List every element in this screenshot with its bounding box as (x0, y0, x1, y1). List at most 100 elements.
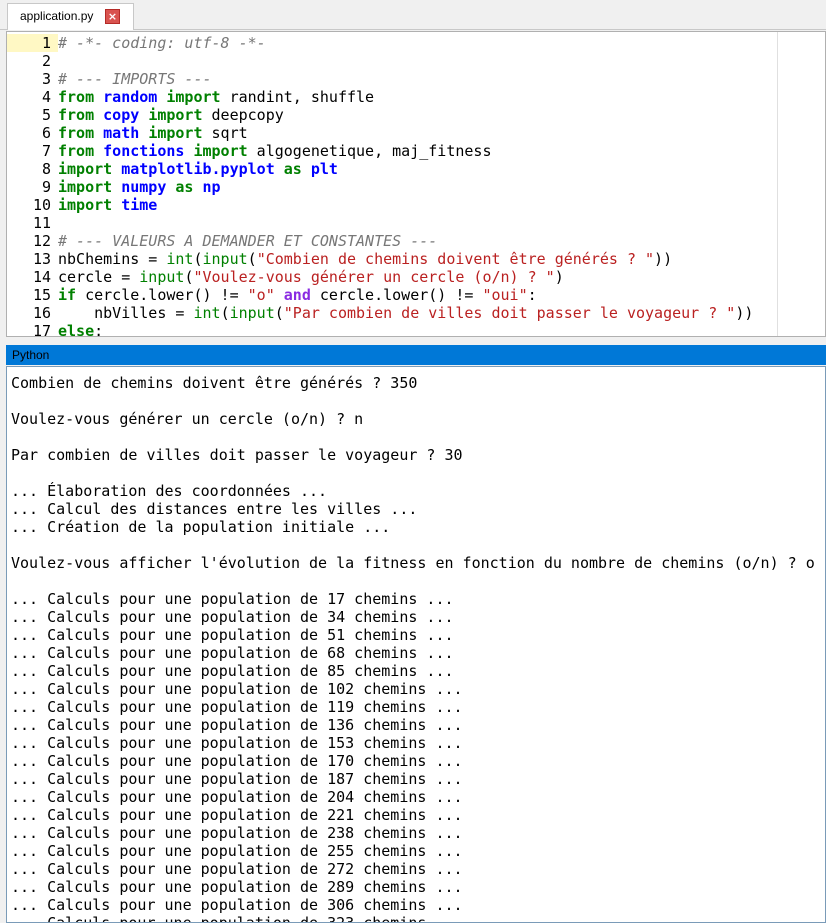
code-token: int (193, 304, 221, 322)
code-line: 15 if cercle.lower() != "o" and cercle.lo… (7, 286, 825, 304)
line-number: 6 (41, 124, 51, 142)
code-text: import matplotlib.pyplot as plt (58, 160, 338, 178)
code-token: # --- VALEURS A DEMANDER ET CONSTANTES -… (58, 232, 438, 250)
code-token: # -*- coding: utf-8 -*- (58, 34, 266, 52)
code-token: : (527, 286, 537, 304)
console-line: ... Élaboration des coordonnées ... (11, 482, 328, 500)
code-text: nbChemins = int(input("Combien de chemin… (58, 250, 672, 268)
code-token: import (148, 106, 203, 124)
code-token: int (166, 250, 194, 268)
code-text: from copy import deepcopy (58, 106, 284, 124)
line-number: 13 (32, 250, 51, 268)
code-token: cercle.lower() != (310, 286, 483, 304)
code-line: 13 nbChemins = int(input("Combien de chem… (7, 250, 825, 268)
code-token: if (58, 286, 77, 304)
code-token: ( (193, 250, 203, 268)
code-token: ( (247, 250, 257, 268)
code-line: 11 (7, 214, 825, 232)
code-token: random (103, 88, 158, 106)
code-token: from (58, 88, 95, 106)
console-line: ... Calculs pour une population de 306 c… (11, 896, 463, 914)
console-line: ... Calculs pour une population de 187 c… (11, 770, 463, 788)
console-line: ... Calculs pour une population de 255 c… (11, 842, 463, 860)
tab-label: application.py (20, 9, 94, 23)
console-line: ... Calculs pour une population de 238 c… (11, 824, 463, 842)
line-number: 1 (41, 34, 51, 52)
code-line: 12 # --- VALEURS A DEMANDER ET CONSTANTES… (7, 232, 825, 250)
tab-bar: application.py × (0, 0, 826, 30)
code-text: cercle = input("Voulez-vous générer un c… (58, 268, 564, 286)
console-line: ... Calculs pour une population de 102 c… (11, 680, 463, 698)
close-icon[interactable]: × (105, 9, 120, 24)
code-text: # --- IMPORTS --- (58, 70, 212, 88)
code-line: 8 import matplotlib.pyplot as plt (7, 160, 825, 178)
console-line: ... Calculs pour une population de 323 c… (11, 914, 463, 923)
code-token: from (58, 142, 95, 160)
code-token: copy (103, 106, 140, 124)
code-token: else (58, 322, 95, 337)
console-line: ... Calculs pour une population de 272 c… (11, 860, 463, 878)
code-token: "oui" (482, 286, 528, 304)
console-line: ... Création de la population initiale .… (11, 518, 391, 536)
line-number: 15 (32, 286, 51, 304)
line-number: 7 (41, 142, 51, 160)
code-token: import (193, 142, 248, 160)
code-token: cercle.lower() != (76, 286, 248, 304)
code-text: if cercle.lower() != "o" and cercle.lowe… (58, 286, 537, 304)
console-line: ... Calculs pour une population de 136 c… (11, 716, 463, 734)
pane-splitter[interactable] (0, 337, 826, 345)
code-editor[interactable]: 1 # -*- coding: utf-8 -*- 2 3 # --- IMPORTS … (6, 31, 826, 337)
code-line: 7 from fonctions import algogenetique, ma… (7, 142, 825, 160)
code-text: else: (58, 322, 103, 337)
code-token: )) (654, 250, 673, 268)
console-line: Voulez-vous afficher l'évolution de la f… (11, 554, 815, 572)
console-title: Python (6, 345, 826, 365)
code-token: )) (735, 304, 754, 322)
code-token: nbVilles = (58, 304, 194, 322)
python-console[interactable]: Combien de chemins doivent être générés … (6, 366, 826, 923)
tab-application-py[interactable]: application.py × (7, 3, 134, 30)
code-token: import (58, 196, 113, 214)
line-number: 11 (32, 214, 51, 232)
console-line: Voulez-vous générer un cercle (o/n) ? n (11, 410, 364, 428)
line-number: 12 (32, 232, 51, 250)
code-token: from (58, 124, 95, 142)
code-token: import (58, 178, 113, 196)
line-number: 4 (41, 88, 51, 106)
code-line: 4 from random import randint, shuffle (7, 88, 825, 106)
code-line: 10 import time (7, 196, 825, 214)
console-line: ... Calculs pour une population de 289 c… (11, 878, 463, 896)
code-token: deepcopy (202, 106, 284, 124)
line-number: 2 (41, 52, 51, 70)
console-line: Combien de chemins doivent être générés … (11, 374, 418, 392)
code-text: from math import sqrt (58, 124, 248, 142)
code-token: import (166, 88, 221, 106)
code-token: "o" (247, 286, 275, 304)
console-line: ... Calculs pour une population de 153 c… (11, 734, 463, 752)
code-line: 14 cercle = input("Voulez-vous générer un… (7, 268, 825, 286)
code-token: input (139, 268, 185, 286)
code-token: "Voulez-vous générer un cercle (o/n) ? " (193, 268, 555, 286)
code-token: numpy (121, 178, 167, 196)
console-line: ... Calculs pour une population de 119 c… (11, 698, 463, 716)
line-number: 10 (32, 196, 51, 214)
console-line: ... Calculs pour une population de 170 c… (11, 752, 463, 770)
code-token: # --- IMPORTS --- (58, 70, 212, 88)
code-line: 3 # --- IMPORTS --- (7, 70, 825, 88)
code-line: 1 # -*- coding: utf-8 -*- (7, 34, 825, 52)
code-token: import (58, 160, 113, 178)
code-text: nbVilles = int(input("Par combien de vil… (58, 304, 753, 322)
code-token: nbChemins = (58, 250, 167, 268)
code-token: "Combien de chemins doivent être générés… (256, 250, 655, 268)
console-line: ... Calculs pour une population de 85 ch… (11, 662, 454, 680)
console-line: Par combien de villes doit passer le voy… (11, 446, 463, 464)
code-token: and (283, 286, 311, 304)
code-token: cercle = (58, 268, 140, 286)
code-token: import (148, 124, 203, 142)
console-line: ... Calcul des distances entre les ville… (11, 500, 418, 518)
